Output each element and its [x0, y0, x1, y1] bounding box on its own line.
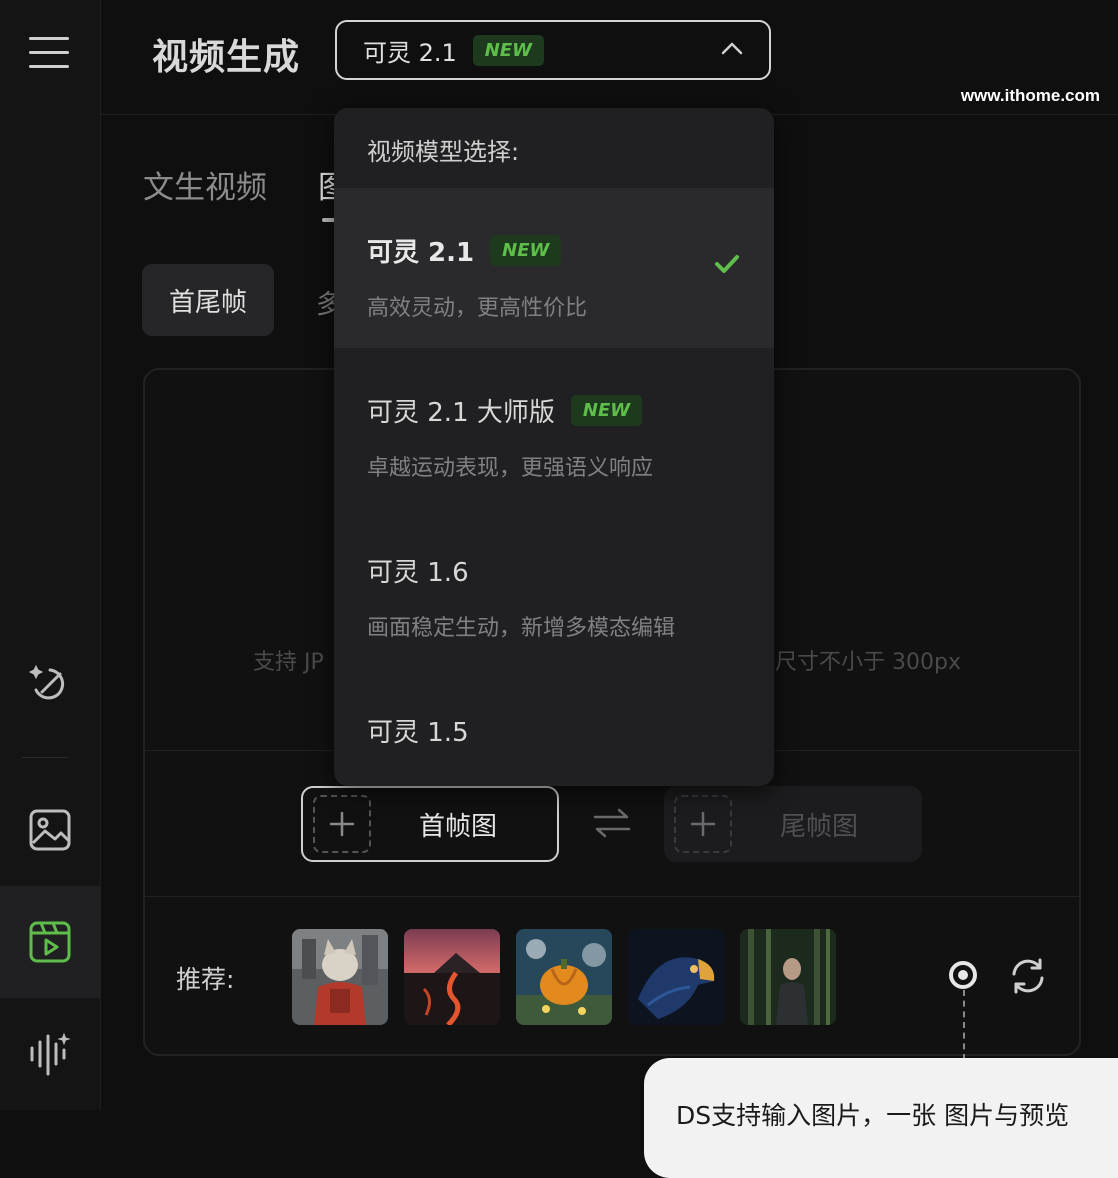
model-option-kling-2-1[interactable]: 可灵 2.1 NEW 高效灵动，更高性价比 [334, 188, 774, 348]
sidebar-item-audio[interactable] [0, 1004, 100, 1104]
last-frame-label: 尾帧图 [780, 811, 859, 842]
menu-button[interactable] [0, 2, 100, 102]
dropdown-header: 视频模型选择: [367, 138, 520, 166]
model-option-name: 可灵 2.1 大师版 [367, 398, 555, 428]
tab-text-to-video[interactable]: 文生视频 [143, 162, 267, 207]
recommend-thumbnail-forest[interactable] [740, 929, 836, 1025]
swap-icon[interactable] [593, 806, 631, 840]
check-icon [715, 255, 739, 273]
first-frame-label: 首帧图 [419, 811, 498, 842]
model-option-name-row: 可灵 2.1 NEW [367, 232, 562, 269]
magic-brush-icon [28, 664, 65, 700]
page-title: 视频生成 [152, 37, 301, 78]
watermark: www.ithome.com [960, 86, 1100, 105]
tooltip-text: DS支持输入图片，一张 图片与预览 [676, 1101, 1070, 1130]
new-badge: NEW [570, 395, 643, 426]
model-option-name: 可灵 1.6 [367, 558, 469, 588]
recommend-thumbnail-eagle[interactable] [628, 929, 724, 1025]
sidebar-divider [22, 757, 68, 758]
model-option-name-row: 可灵 1.5 [367, 712, 469, 749]
plus-icon [674, 795, 732, 853]
model-option-name: 可灵 1.5 [367, 718, 469, 748]
panel-divider [145, 896, 1079, 897]
recommend-thumbnail-volcano[interactable] [404, 929, 500, 1025]
model-option-kling-2-1-master[interactable]: 可灵 2.1 大师版 NEW 卓越运动表现，更强语义响应 [334, 348, 774, 508]
model-select[interactable]: 可灵 2.1 NEW [335, 20, 771, 80]
video-icon [29, 921, 71, 963]
upload-hint-right: 尺寸不小于 300px [775, 650, 961, 675]
menu-icon [29, 37, 69, 68]
sidebar-item-ai-tools[interactable] [0, 634, 100, 734]
recommend-label: 推荐: [176, 965, 235, 994]
model-option-name-row: 可灵 2.1 大师版 NEW [367, 392, 643, 429]
pin-icon[interactable] [946, 958, 980, 992]
subtab-first-last-frame[interactable]: 首尾帧 [142, 264, 274, 336]
new-badge: NEW [490, 235, 562, 266]
upload-hint-left: 支持 JP [253, 650, 324, 675]
sidebar-item-video[interactable] [0, 886, 100, 998]
last-frame-button[interactable]: 尾帧图 [664, 786, 922, 862]
recommend-thumbnail-pumpkin[interactable] [516, 929, 612, 1025]
image-icon [29, 809, 71, 851]
chevron-up-icon [721, 42, 743, 55]
model-dropdown: 视频模型选择: 可灵 2.1 NEW 高效灵动，更高性价比 可灵 2.1 大师版… [334, 108, 774, 786]
tooltip-bubble: DS支持输入图片，一张 图片与预览 [644, 1058, 1118, 1178]
model-option-desc: 卓越运动表现，更强语义响应 [367, 456, 654, 481]
pin-connector-line [963, 990, 965, 1060]
model-option-kling-1-5[interactable]: 可灵 1.5 [334, 668, 774, 786]
model-select-value: 可灵 2.1 [363, 38, 457, 67]
model-option-desc: 画面稳定生动，新增多模态编辑 [367, 616, 676, 641]
sidebar-item-image[interactable] [0, 780, 100, 880]
model-option-name-row: 可灵 1.6 [367, 552, 469, 589]
sidebar [0, 0, 101, 1110]
plus-icon [313, 795, 371, 853]
refresh-icon[interactable] [1008, 956, 1048, 996]
new-badge: NEW [472, 34, 545, 66]
first-frame-button[interactable]: 首帧图 [301, 786, 559, 862]
audio-wave-icon [30, 1032, 71, 1076]
model-option-desc: 高效灵动，更高性价比 [367, 296, 588, 321]
model-option-name: 可灵 2.1 [367, 238, 475, 268]
recommend-thumbnail-cat[interactable] [292, 929, 388, 1025]
model-option-kling-1-6[interactable]: 可灵 1.6 画面稳定生动，新增多模态编辑 [334, 508, 774, 668]
